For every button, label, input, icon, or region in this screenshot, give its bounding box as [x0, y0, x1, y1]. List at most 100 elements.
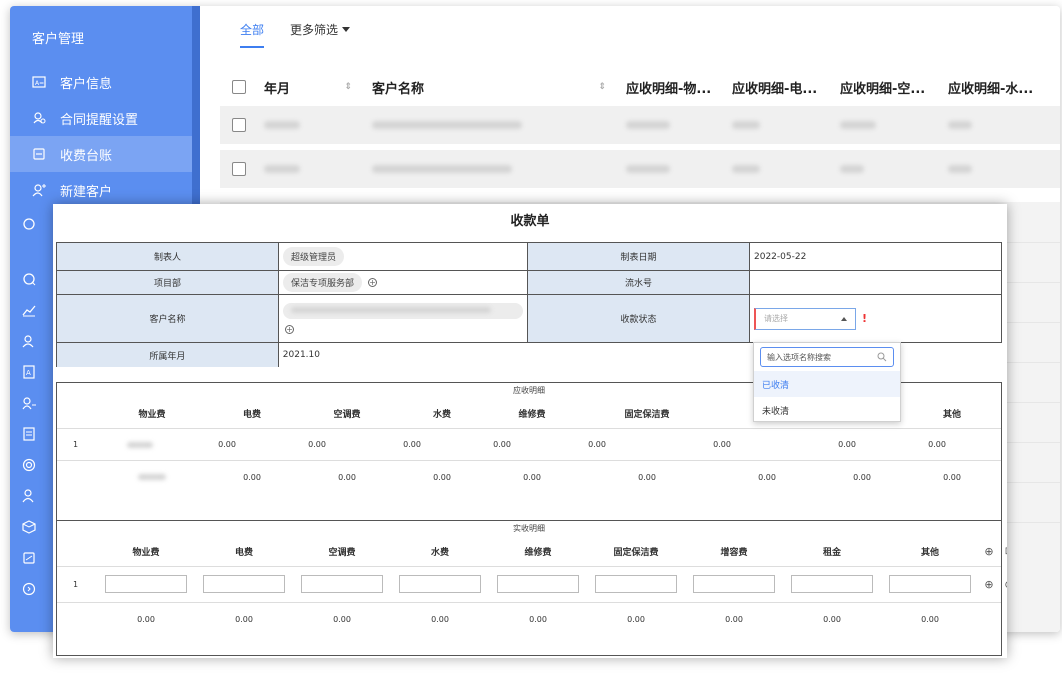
- electric-fee-input[interactable]: [203, 574, 285, 593]
- add-dept-icon[interactable]: +: [368, 278, 378, 287]
- receivable-value: 0.00: [493, 440, 511, 449]
- column-label: 应收明细-电...: [732, 81, 818, 97]
- caret-up-icon: [841, 316, 847, 321]
- receivable-row: 1 0.00 0.00 0.00 0.00 0.00 0.00 0.00 0.0…: [57, 429, 1001, 461]
- receivable-value: 0.00: [928, 440, 946, 449]
- import-icon[interactable]: ⊡: [999, 546, 1007, 557]
- add-customer-icon[interactable]: +: [285, 325, 294, 334]
- actual-total: 0.00: [431, 614, 449, 624]
- other-fee-input[interactable]: [889, 574, 971, 593]
- column-header-receivable-ac[interactable]: 应收明细-空...: [840, 78, 948, 97]
- calendar-doc-icon: [23, 426, 35, 441]
- actual-section: 实收明细 物业费 电费 空调费 水费 维修费 固定保洁费 增容费 租金 其他 ⊕…: [56, 520, 1007, 656]
- select-all-checkbox[interactable]: [232, 80, 246, 94]
- serial-value[interactable]: [750, 271, 1002, 294]
- filter-tabs: 全部 更多筛选: [208, 6, 1060, 52]
- more-filters-label: 更多筛选: [290, 22, 339, 37]
- table-row[interactable]: [220, 150, 1060, 188]
- water-fee-input[interactable]: [399, 574, 481, 593]
- add-row-icon[interactable]: ⊕: [979, 578, 999, 591]
- column-header-receivable-electric[interactable]: 应收明细-电...: [732, 78, 840, 97]
- blurred-cell: [372, 121, 626, 129]
- document-a-icon: A: [23, 364, 35, 379]
- receivable-header: 物业费: [138, 410, 166, 420]
- form-row: 制表人 超级管理员 制表日期 2022-05-22: [57, 243, 1002, 271]
- column-header-receivable-water[interactable]: 应收明细-水...: [948, 78, 1048, 97]
- target-icon: [22, 458, 36, 471]
- receivable-value: 0.00: [588, 440, 606, 449]
- tab-all-label: 全部: [240, 22, 265, 37]
- actual-header: 电费: [234, 548, 253, 558]
- remove-row-icon[interactable]: ⊗: [999, 578, 1007, 591]
- blurred-cell: [372, 165, 626, 173]
- actual-header: 增容费: [720, 548, 748, 558]
- actual-header: 物业费: [132, 548, 160, 558]
- row-index: 1: [73, 580, 79, 589]
- maker-value-cell: 超级管理员: [279, 243, 528, 270]
- row-checkbox[interactable]: [232, 162, 246, 176]
- actual-header: 水费: [430, 548, 449, 558]
- receivable-total: 0.00: [523, 472, 541, 482]
- dropdown-option-paid[interactable]: 已收清: [754, 371, 900, 397]
- receivable-total: 0.00: [853, 472, 871, 482]
- sort-icon[interactable]: ⇕: [598, 82, 606, 92]
- column-header-customer[interactable]: 客户名称 ⇕: [372, 78, 626, 97]
- actual-total: 0.00: [235, 614, 253, 624]
- user-group-icon: [22, 334, 34, 347]
- customer-value-cell: +: [279, 295, 528, 342]
- column-label: 年月: [264, 81, 291, 97]
- status-dropdown: 输入选项名称搜索 已收清 未收清: [753, 342, 901, 422]
- cleaning-fee-input[interactable]: [595, 574, 677, 593]
- sidebar-item-contract-reminder[interactable]: 合同提醒设置: [10, 100, 192, 136]
- status-select[interactable]: 请选择: [754, 307, 856, 330]
- blurred-cell: [840, 121, 948, 129]
- search-icon: [877, 352, 887, 362]
- tab-all[interactable]: 全部: [240, 6, 265, 52]
- chat-icon: [23, 217, 35, 230]
- receivable-value: 0.00: [713, 440, 731, 449]
- receivable-value: 0.00: [308, 440, 326, 449]
- ledger-icon: [32, 147, 46, 161]
- add-row-icon[interactable]: ⊕: [979, 545, 999, 558]
- sort-icon[interactable]: ⇕: [344, 82, 352, 92]
- receivable-value: 0.00: [838, 440, 856, 449]
- blurred-cell: [264, 165, 372, 173]
- chart-line-icon: [22, 305, 36, 316]
- actual-total-row: 0.00 0.00 0.00 0.00 0.00 0.00 0.00 0.00 …: [57, 603, 1001, 635]
- dept-value-cell: 保洁专项服务部 +: [279, 271, 528, 294]
- row-checkbox[interactable]: [232, 118, 246, 132]
- blurred-cell: [840, 165, 948, 173]
- id-card-icon: A=: [32, 75, 46, 89]
- table-row[interactable]: [220, 106, 1060, 144]
- sidebar-item-fee-ledger[interactable]: 收费台账: [10, 136, 192, 172]
- date-value[interactable]: 2022-05-22: [750, 243, 1002, 270]
- receivable-header: 维修费: [518, 410, 546, 420]
- ac-fee-input[interactable]: [301, 574, 383, 593]
- property-fee-input[interactable]: [105, 574, 187, 593]
- actual-total: 0.00: [823, 614, 841, 624]
- column-header-month[interactable]: 年月 ⇕: [264, 78, 372, 97]
- receivable-total: 0.00: [638, 472, 656, 482]
- dropdown-search-input[interactable]: 输入选项名称搜索: [760, 347, 894, 367]
- receivable-total: 0.00: [433, 472, 451, 482]
- receivable-header: 空调费: [333, 410, 361, 420]
- actual-total: 0.00: [725, 614, 743, 624]
- repair-fee-input[interactable]: [497, 574, 579, 593]
- blurred-cell: [948, 121, 1048, 129]
- actual-total: 0.00: [333, 614, 351, 624]
- blurred-cell: [626, 165, 732, 173]
- bell-user-icon: [32, 111, 46, 125]
- sidebar-item-customer-info[interactable]: A= 客户信息: [10, 64, 192, 100]
- sidebar-item-new-customer[interactable]: 新建客户: [10, 172, 192, 208]
- more-filters-dropdown[interactable]: 更多筛选: [290, 6, 351, 52]
- dropdown-option-unpaid[interactable]: 未收清: [754, 397, 900, 423]
- sidebar-item-label: 新建客户: [60, 184, 113, 200]
- customer-label: 客户名称: [57, 295, 279, 342]
- column-label: 客户名称: [372, 81, 425, 97]
- maker-label: 制表人: [57, 243, 279, 270]
- rent-input[interactable]: [791, 574, 873, 593]
- svg-text:A: A: [26, 369, 31, 377]
- capacity-fee-input[interactable]: [693, 574, 775, 593]
- sidebar-title: 客户管理: [32, 32, 85, 47]
- column-header-receivable-property[interactable]: 应收明细-物...: [626, 78, 732, 97]
